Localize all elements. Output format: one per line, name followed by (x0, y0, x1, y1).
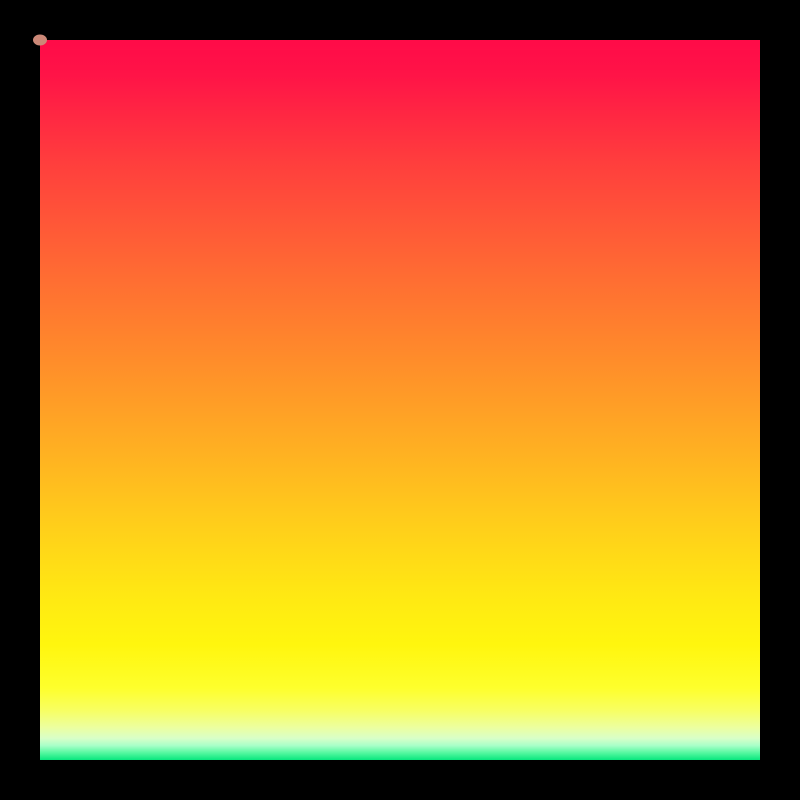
plot-area (40, 40, 760, 760)
minimum-marker (33, 35, 47, 46)
chart-frame (0, 0, 800, 800)
curve-svg (40, 40, 760, 760)
